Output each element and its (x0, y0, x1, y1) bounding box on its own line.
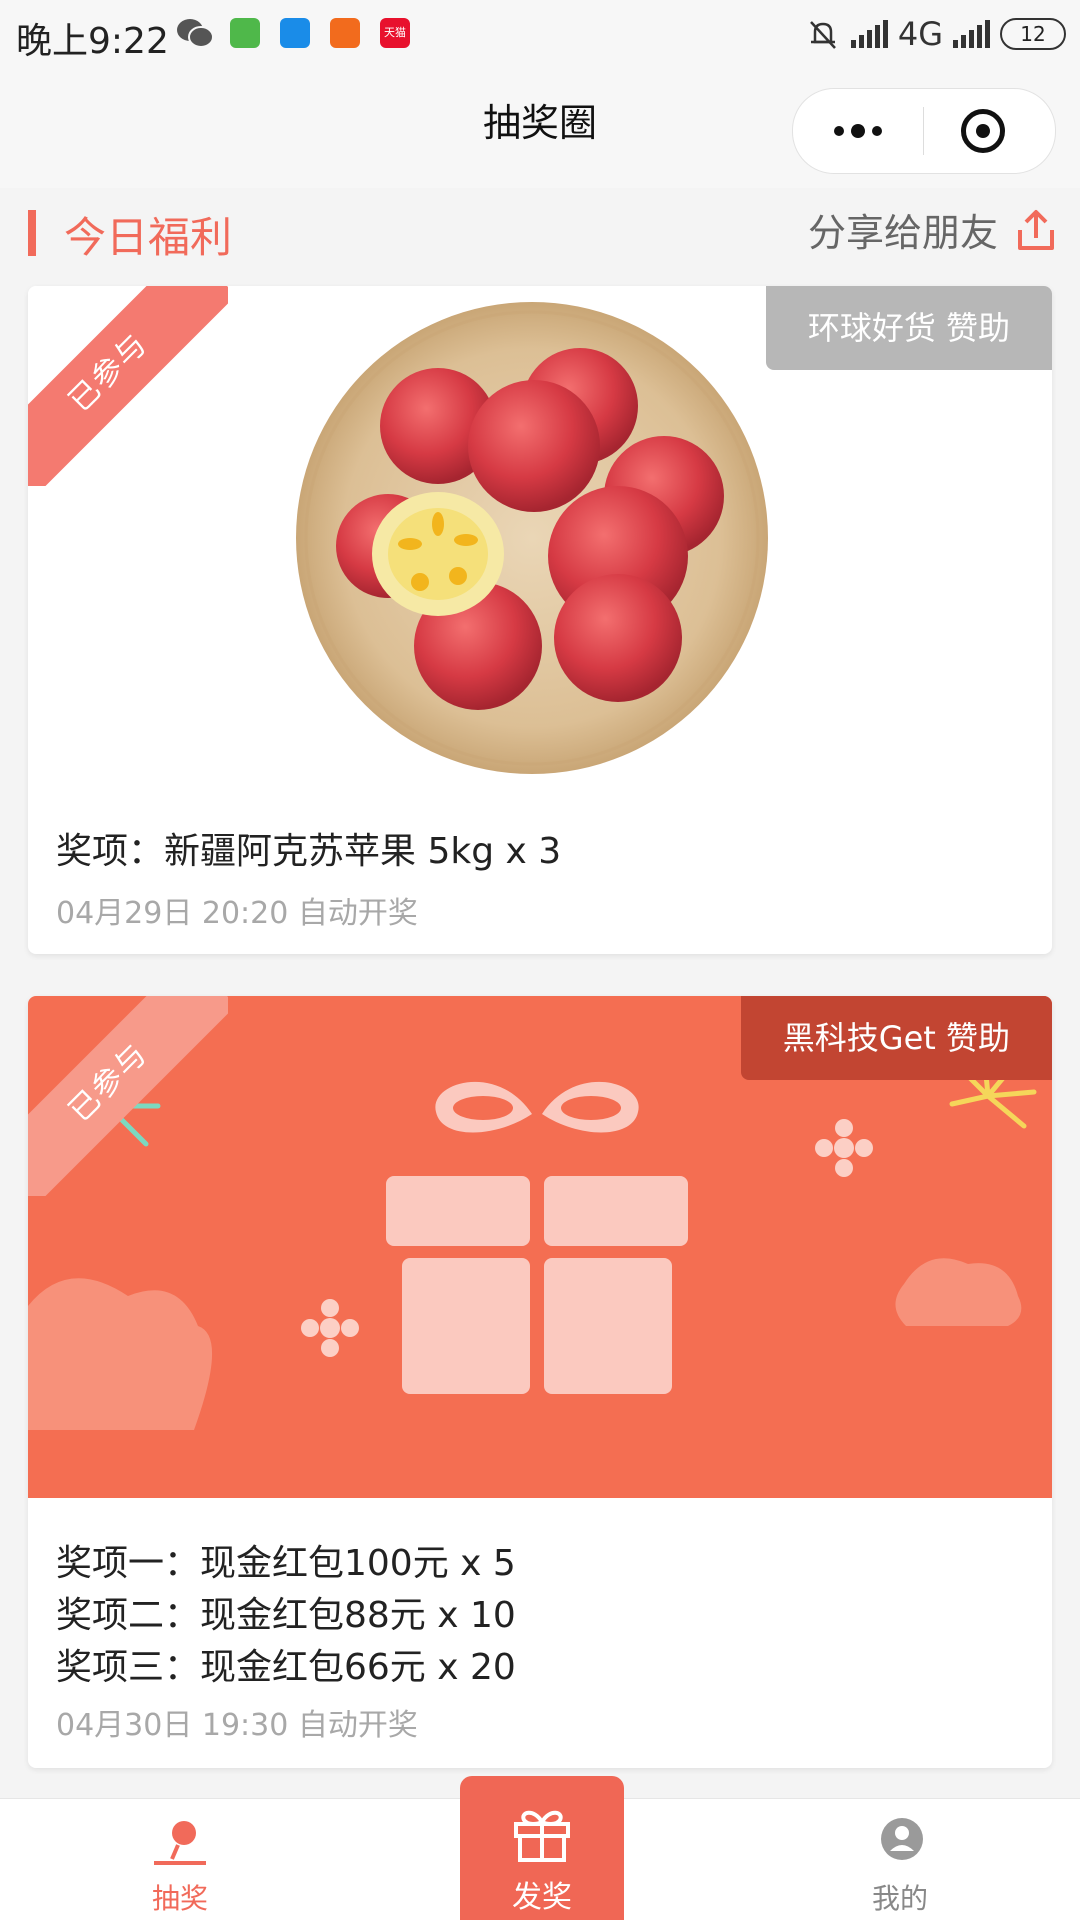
nav-bar: 抽奖圈 (0, 68, 1080, 188)
status-bar: 晚上9:22 天猫 4G 12 (0, 0, 1080, 68)
dot-icon (834, 126, 844, 136)
lottery-card[interactable]: 已参与 黑科技Get 赞助 奖项一：现金红包100元 x 5 奖项二：现金红包8… (28, 996, 1052, 1768)
user-icon (881, 1818, 923, 1860)
prize-line: 奖项一：现金红包100元 x 5 (56, 1543, 516, 1584)
tab-label: 我的 (871, 1882, 928, 1915)
tab-label: 发奖 (512, 1880, 572, 1915)
sponsor-tag: 黑科技Get 赞助 (740, 996, 1052, 1080)
capsule-divider (923, 107, 924, 155)
wechat-icon (177, 19, 214, 48)
draw-time: 04月30日 19:30 自动开奖 (56, 1708, 418, 1743)
tab-lottery[interactable]: 抽奖 (80, 1799, 280, 1921)
tab-mine[interactable]: 我的 (800, 1799, 1000, 1921)
network-type: 4G (897, 15, 943, 53)
joined-ribbon: 已参与 (28, 996, 228, 1196)
section-title: 今日福利 (64, 213, 233, 262)
tab-give-prize[interactable]: 发奖 (460, 1776, 624, 1920)
app-blue-icon (280, 18, 310, 48)
app-orange-icon (330, 18, 360, 48)
signal-icon-2 (953, 20, 990, 48)
dot-icon (872, 126, 882, 136)
mute-bell-icon (809, 21, 836, 49)
section-header: 今日福利 分享给朋友 (0, 188, 1080, 284)
prize-line: 奖项二：现金红包88元 x 10 (56, 1595, 516, 1636)
app-green-icon (230, 18, 260, 48)
close-miniprogram-button[interactable] (961, 109, 1005, 153)
lottery-icon (154, 1821, 206, 1865)
dot-icon (851, 124, 865, 138)
share-icon (1018, 209, 1054, 250)
more-menu-button[interactable] (793, 89, 923, 173)
joined-badge: 已参与 (28, 286, 228, 486)
prize-line: 奖项三：现金红包66元 x 20 (56, 1647, 516, 1688)
signal-icon (850, 20, 888, 48)
share-button[interactable]: 分享给朋友 (808, 202, 1060, 257)
miniprogram-capsule (792, 88, 1056, 174)
joined-ribbon: 已参与 (28, 286, 228, 486)
gift-icon (514, 1810, 570, 1862)
draw-time: 04月29日 20:20 自动开奖 (56, 896, 418, 931)
sponsor-tag: 环球好货 赞助 (765, 286, 1052, 370)
lottery-card[interactable]: 已参与 环球好货 赞助 奖项：新疆阿克苏苹果 5kg x 3 04月29日 20… (28, 286, 1052, 954)
tmall-icon: 天猫 (380, 18, 410, 48)
section-accent-bar (28, 210, 36, 256)
battery-indicator: 12 (1000, 18, 1066, 50)
status-time: 晚上9:22 (16, 21, 169, 62)
tab-label: 抽奖 (151, 1882, 208, 1915)
joined-badge: 已参与 (28, 996, 228, 1196)
prize-line: 奖项：新疆阿克苏苹果 5kg x 3 (56, 831, 562, 872)
share-label: 分享给朋友 (807, 211, 998, 255)
status-right: 4G 12 (805, 14, 1066, 54)
